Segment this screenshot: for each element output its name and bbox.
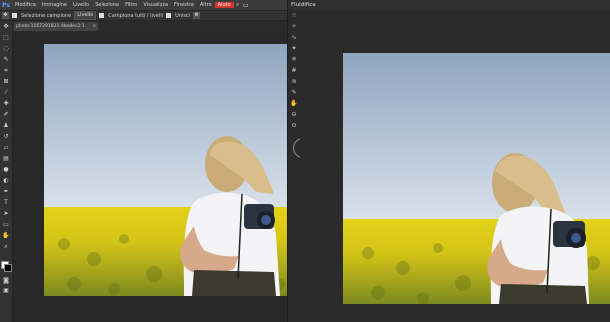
search-icon[interactable]: ⌕ bbox=[234, 1, 242, 9]
path-select-icon[interactable]: ➤ bbox=[1, 210, 11, 218]
eyedropper-icon[interactable]: ⁄ bbox=[1, 89, 11, 97]
liquify-preview-image[interactable] bbox=[343, 53, 610, 304]
liquify-preview-area[interactable] bbox=[300, 10, 610, 322]
tools-panel: ✥ ⬚ ◌ ✎ ⌗ ⊠ ⁄ ✚ ✐ ♟ ↺ ▱ ▤ ● ◐ ✒ T ➤ ▭ ✋ … bbox=[0, 21, 13, 322]
options-bar: ✥ Selezione campione Livello Campiona tu… bbox=[0, 10, 287, 21]
frame-icon[interactable]: ⊠ bbox=[1, 78, 11, 86]
screen-mode-icon[interactable]: ▣ bbox=[1, 287, 11, 295]
dodge-icon[interactable]: ◐ bbox=[1, 177, 11, 185]
smooth-icon[interactable]: ∿ bbox=[289, 34, 299, 42]
sample-select[interactable]: Livello bbox=[74, 11, 97, 20]
sample-all-layers-checkbox[interactable] bbox=[99, 13, 105, 18]
merge-label: Unisci bbox=[175, 12, 191, 19]
twirl-icon[interactable]: ✦ bbox=[289, 45, 299, 53]
pen-icon[interactable]: ✒ bbox=[1, 188, 11, 196]
menu-item-filtro[interactable]: Filtro bbox=[122, 2, 140, 8]
document-tab[interactable]: photo-1567291821-4be8ec2:1 × bbox=[14, 22, 98, 31]
sample-all-layers-label: Campiona tutti i livelli bbox=[108, 12, 164, 19]
app-logo[interactable]: Ps bbox=[0, 0, 12, 10]
crop-icon[interactable]: ⌗ bbox=[1, 67, 11, 75]
close-icon[interactable]: × bbox=[92, 22, 96, 31]
type-icon[interactable]: T bbox=[1, 199, 11, 207]
thaw-mask-icon[interactable]: ✋ bbox=[289, 100, 299, 108]
blur-icon[interactable]: ● bbox=[1, 166, 11, 174]
canvas-area[interactable] bbox=[13, 32, 287, 322]
hand-icon[interactable]: ✋ bbox=[1, 232, 11, 240]
menu-item-modifica[interactable]: Modifica bbox=[12, 2, 39, 8]
pucker-icon[interactable]: ⁜ bbox=[289, 56, 299, 64]
stamp-icon[interactable]: ♟ bbox=[1, 122, 11, 130]
menu-item-visualizza[interactable]: Visualizza bbox=[140, 2, 171, 8]
document-image[interactable] bbox=[44, 44, 287, 296]
move-icon[interactable]: ✥ bbox=[1, 23, 11, 31]
zoom-icon[interactable]: ⌕ bbox=[1, 243, 11, 251]
liquify-title: Fluidifica bbox=[288, 0, 610, 10]
eraser-icon[interactable]: ▱ bbox=[1, 144, 11, 152]
menu-item-livello[interactable]: Livello bbox=[70, 2, 92, 8]
window-icon[interactable]: ▭ bbox=[242, 2, 250, 9]
sample-checkbox[interactable] bbox=[12, 13, 17, 18]
tool-preset-icon[interactable]: ✥ bbox=[2, 12, 9, 19]
gradient-icon[interactable]: ▤ bbox=[1, 155, 11, 163]
menu-item-aiuto[interactable]: Aiuto bbox=[214, 2, 234, 8]
document-tabs: photo-1567291821-4be8ec2:1 × bbox=[12, 21, 287, 32]
brush-icon[interactable]: ✐ bbox=[1, 111, 11, 119]
forward-warp-icon[interactable]: ☝ bbox=[289, 12, 299, 20]
document-tab-label: photo-1567291821-4be8ec2:1 bbox=[16, 24, 85, 29]
reconstruct-icon[interactable]: ✧ bbox=[289, 23, 299, 31]
zoom-icon[interactable]: ⊙ bbox=[289, 122, 299, 130]
menu-item-selezione[interactable]: Selezione bbox=[92, 2, 122, 8]
menu-item-finestra[interactable]: Finestra bbox=[171, 2, 197, 8]
menu-item-altro[interactable]: Altro bbox=[197, 2, 215, 8]
freeze-mask-icon[interactable]: ✎ bbox=[289, 89, 299, 97]
marquee-icon[interactable]: ⬚ bbox=[1, 34, 11, 42]
bloat-icon[interactable]: # bbox=[289, 67, 299, 75]
quick-mask-icon[interactable]: ◙ bbox=[1, 277, 11, 285]
history-brush-icon[interactable]: ↺ bbox=[1, 133, 11, 141]
face-tool-icon[interactable]: ⊖ bbox=[289, 111, 299, 119]
push-left-icon[interactable]: ≋ bbox=[289, 78, 299, 86]
settings-icon[interactable]: ⚙ bbox=[193, 12, 201, 19]
background-color-swatch[interactable] bbox=[4, 264, 12, 272]
healing-icon[interactable]: ✚ bbox=[1, 100, 11, 108]
shape-icon[interactable]: ▭ bbox=[1, 221, 11, 229]
quick-select-icon[interactable]: ✎ bbox=[1, 56, 11, 64]
menu-item-immagine[interactable]: Immagine bbox=[39, 2, 70, 8]
sample-label: Selezione campione bbox=[21, 12, 72, 19]
menu-bar: Ps Modifica Immagine Livello Selezione F… bbox=[0, 0, 287, 10]
merge-checkbox[interactable] bbox=[166, 13, 172, 18]
lasso-icon[interactable]: ◌ bbox=[1, 45, 11, 53]
